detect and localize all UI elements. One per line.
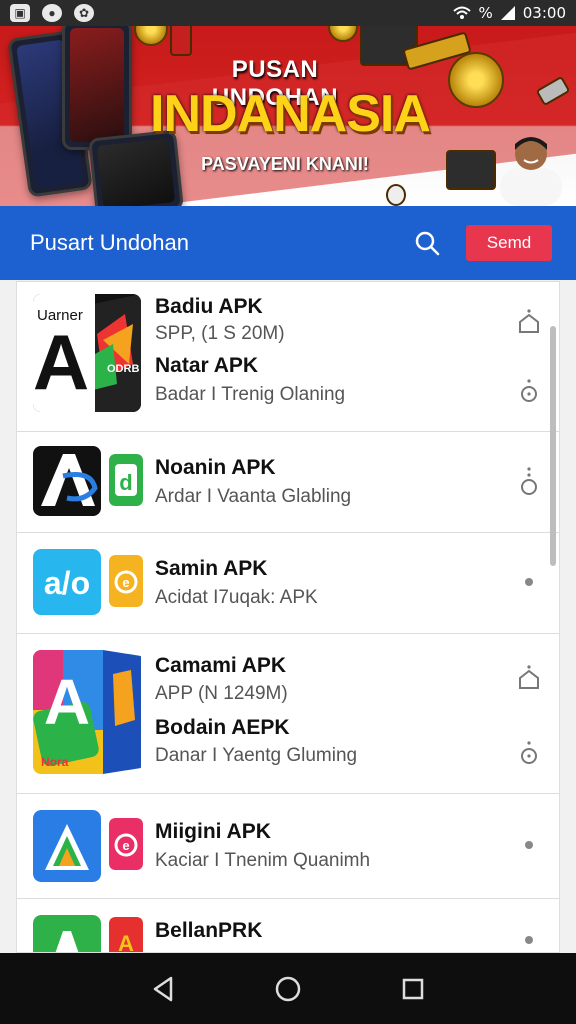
home-button[interactable] — [517, 664, 541, 690]
app-title: Pusart Undohan — [30, 230, 189, 255]
app-icon — [33, 915, 101, 952]
garuda-emblem-icon — [328, 26, 358, 42]
search-button[interactable] — [412, 228, 442, 258]
svg-text:ODRB: ODRB — [107, 363, 139, 375]
app-icon: A Uarner ODRB — [33, 294, 141, 412]
svg-text:e: e — [122, 838, 129, 853]
home-icon — [519, 309, 539, 333]
app-description: Kaciar I Tnenim Quanimh — [155, 850, 371, 871]
app-name: BellanPRK — [155, 919, 263, 942]
app-badge-icon: d — [109, 454, 143, 506]
app-name: Noanin APK — [155, 456, 276, 479]
app-bar: Pusart Undohan Semd — [0, 206, 576, 280]
app-badge-icon: e — [109, 818, 143, 870]
wifi-icon — [452, 6, 471, 19]
apk-list: A Uarner ODRB Badiu APK SPP, (1 S 20M) N… — [16, 281, 560, 953]
dot-icon — [525, 936, 533, 944]
gallery-notification-icon: ▣ — [10, 4, 30, 22]
home-nav-button[interactable] — [270, 971, 306, 1007]
recents-button[interactable] — [395, 971, 431, 1007]
navigation-bar — [0, 953, 576, 1024]
app-description: Acidat I7uqak: APK — [155, 587, 318, 608]
search-icon — [415, 231, 440, 256]
svg-text:A: A — [33, 318, 89, 406]
garuda-emblem-icon — [448, 52, 504, 108]
back-button[interactable] — [145, 971, 181, 1007]
info-button[interactable] — [517, 467, 541, 495]
clock: 03:00 — [522, 4, 566, 22]
list-item[interactable]: A Uarner ODRB Badiu APK SPP, (1 S 20M) N… — [17, 282, 559, 432]
svg-text:Nora: Nora — [41, 755, 69, 769]
info-dot-icon — [521, 467, 537, 495]
app-name: Badiu APK — [155, 295, 263, 318]
send-button[interactable]: Semd — [466, 225, 552, 261]
status-bar: ▣ ● ✿ % 03:00 — [0, 0, 576, 26]
info-button[interactable] — [517, 378, 541, 404]
person-avatar — [500, 137, 562, 206]
info-dot-icon — [521, 379, 537, 402]
record-notification-icon: ● — [42, 4, 62, 22]
list-item[interactable]: a/o e Samin APK Acidat I7uqak: APK — [17, 533, 559, 634]
dot-icon — [525, 841, 533, 849]
svg-text:a/o: a/o — [44, 565, 90, 601]
app-name: Camami APK — [155, 654, 287, 677]
list-item[interactable]: d Noanin APK Ardar I Vaanta Glabling — [17, 432, 559, 533]
banner-decoration — [446, 150, 496, 190]
list-item[interactable]: e Miigini APK Kaciar I Tnenim Quanimh — [17, 794, 559, 899]
recents-icon — [403, 978, 424, 999]
app-description: Badar I Trenig Olaning — [155, 384, 346, 405]
app-icon: a/o — [33, 549, 101, 615]
settings-notification-icon: ✿ — [74, 4, 94, 22]
svg-text:A: A — [118, 931, 134, 953]
banner-tagline: PASVAYENI KNANI! — [201, 154, 369, 174]
more-button[interactable] — [517, 927, 541, 952]
app-size: SPP, (1 S 20M) — [155, 323, 285, 344]
more-button[interactable] — [517, 569, 541, 595]
info-dot-icon — [521, 741, 537, 764]
scrollbar[interactable] — [550, 326, 556, 566]
app-size: APP (N 1249M) — [155, 683, 288, 704]
home-icon — [519, 665, 539, 689]
signal-icon — [500, 6, 515, 20]
app-icon: A Nora — [33, 650, 141, 774]
home-button[interactable] — [517, 308, 541, 334]
app-description: Danar I Yaentg Gluming — [155, 745, 358, 766]
svg-text:Uarner: Uarner — [37, 307, 83, 324]
garuda-emblem-icon — [134, 26, 168, 46]
svg-text:d: d — [119, 470, 132, 495]
svg-text:e: e — [122, 575, 129, 590]
app-icon — [33, 810, 101, 882]
dot-icon — [525, 578, 533, 586]
app-name: Samin APK — [155, 557, 268, 580]
banner-decoration — [386, 184, 406, 206]
app-badge-icon: A — [109, 917, 143, 953]
svg-text:A: A — [44, 666, 90, 738]
list-item[interactable]: A Nora Camami APK APP (N 1249M) Bodain A… — [17, 634, 559, 794]
banner-title: INDANASIA — [150, 85, 431, 143]
more-button[interactable] — [517, 832, 541, 858]
app-name-secondary: Natar APK — [155, 354, 259, 377]
phone-graphic — [62, 26, 132, 150]
app-badge-icon: e — [109, 555, 143, 607]
screen: ▣ ● ✿ % 03:00 PUSAN UNDOHAN INDANASIA PA… — [0, 0, 576, 1024]
info-button[interactable] — [517, 740, 541, 766]
app-icon — [33, 446, 101, 516]
app-name-secondary: Bodain AEPK — [155, 716, 290, 739]
list-item[interactable]: A BellanPRK — [17, 899, 559, 953]
battery-percent: % — [478, 4, 493, 22]
back-icon — [153, 976, 172, 1001]
app-name: Miigini APK — [155, 820, 271, 843]
home-circle-icon — [275, 976, 301, 1001]
promo-banner[interactable]: PUSAN UNDOHAN INDANASIA PASVAYENI KNANI! — [0, 26, 576, 206]
app-description: Ardar I Vaanta Glabling — [155, 486, 352, 507]
banner-decoration — [170, 26, 192, 56]
